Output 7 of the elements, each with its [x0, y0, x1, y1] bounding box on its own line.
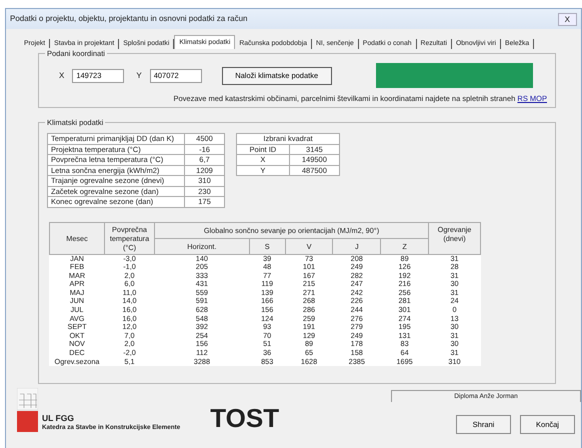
organization-name: UL FGG: [42, 413, 75, 423]
x-label: X: [59, 70, 64, 82]
faculty-logo-icon: [17, 388, 38, 432]
window-title: Podatki o projektu, objektu, projektantu in osnovni podatki za račun: [10, 13, 248, 25]
y-label: Y: [136, 70, 142, 82]
product-title: TOST: [210, 404, 280, 434]
close-button[interactable]: X: [558, 12, 577, 26]
